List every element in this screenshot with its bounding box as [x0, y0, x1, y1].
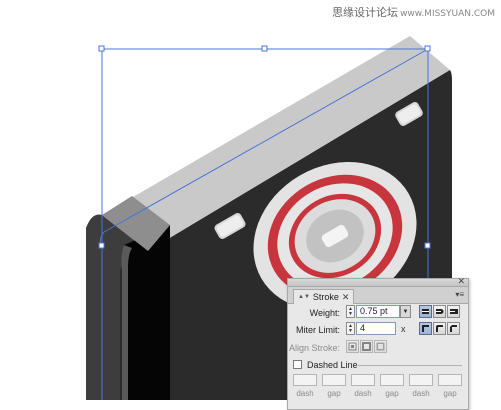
- camera-grip: [124, 225, 170, 400]
- gap-field-2[interactable]: [380, 374, 404, 386]
- gap-field-3[interactable]: [438, 374, 462, 386]
- align-outside-button[interactable]: [374, 340, 387, 353]
- watermark-text: 思缘设计论坛: [332, 6, 399, 19]
- panel-menu-icon[interactable]: ▾≡: [455, 290, 464, 299]
- stroke-panel[interactable]: ✕ ▲▼ Stroke ✕ ▾≡ Weight: ▲ ▼ 0.75 pt ▼ Mi…: [287, 276, 469, 410]
- miter-stepper-icon[interactable]: ▲ ▼: [346, 322, 355, 335]
- align-center-icon: [348, 342, 357, 351]
- weight-stepper-icon[interactable]: ▲ ▼: [346, 305, 355, 318]
- align-outside-icon: [376, 342, 385, 351]
- tab-stroke-label: Stroke: [312, 292, 339, 302]
- dash-field-3[interactable]: [409, 374, 433, 386]
- dashed-line-checkbox[interactable]: [293, 360, 302, 369]
- gap-label-2: gap: [385, 389, 399, 398]
- gap-label-3: gap: [443, 389, 457, 398]
- miter-limit-label: Miter Limit:: [295, 325, 340, 335]
- round-join-icon: [436, 325, 443, 332]
- tab-stroke[interactable]: ▲▼ Stroke ✕: [293, 289, 355, 304]
- miter-join-button[interactable]: [419, 322, 432, 335]
- miter-join-icon: [422, 325, 429, 332]
- butt-cap-icon: [422, 309, 429, 314]
- watermark: 思缘设计论坛 www.MISSYUAN.COM: [332, 4, 495, 20]
- projecting-cap-button[interactable]: [447, 305, 460, 318]
- align-inside-icon: [362, 342, 371, 351]
- weight-label: Weight:: [309, 308, 340, 318]
- dashed-separator: [358, 365, 462, 366]
- align-center-button[interactable]: [346, 340, 359, 353]
- round-join-button[interactable]: [433, 322, 446, 335]
- tab-close-icon[interactable]: ✕: [342, 292, 350, 303]
- align-stroke-label: Align Stroke:: [288, 343, 340, 353]
- round-cap-icon: [436, 309, 444, 314]
- dash-field-1[interactable]: [293, 374, 317, 386]
- tab-collapse-arrows-icon[interactable]: ▲▼: [298, 294, 310, 300]
- gap-label-1: gap: [327, 389, 341, 398]
- butt-cap-button[interactable]: [419, 305, 432, 318]
- panel-titlebar[interactable]: ✕: [288, 276, 468, 287]
- dash-field-2[interactable]: [351, 374, 375, 386]
- miter-x-label: x: [401, 324, 406, 334]
- bevel-join-icon: [450, 325, 457, 332]
- dash-label-2: dash: [354, 389, 372, 398]
- miter-limit-input[interactable]: 4: [356, 322, 396, 335]
- align-inside-button[interactable]: [360, 340, 373, 353]
- panel-close-icon[interactable]: ✕: [457, 276, 465, 286]
- weight-dropdown-icon[interactable]: ▼: [400, 305, 411, 318]
- projecting-cap-icon: [450, 309, 458, 314]
- gap-field-1[interactable]: [322, 374, 346, 386]
- watermark-site: www.MISSYUAN.COM: [400, 9, 495, 19]
- bevel-join-button[interactable]: [447, 322, 460, 335]
- panel-tabbar: ▲▼ Stroke ✕ ▾≡: [288, 287, 468, 304]
- weight-input[interactable]: 0.75 pt: [356, 305, 400, 318]
- dash-label-1: dash: [296, 389, 314, 398]
- dash-label-3: dash: [412, 389, 430, 398]
- round-cap-button[interactable]: [433, 305, 446, 318]
- dashed-line-label: Dashed Line: [307, 360, 358, 370]
